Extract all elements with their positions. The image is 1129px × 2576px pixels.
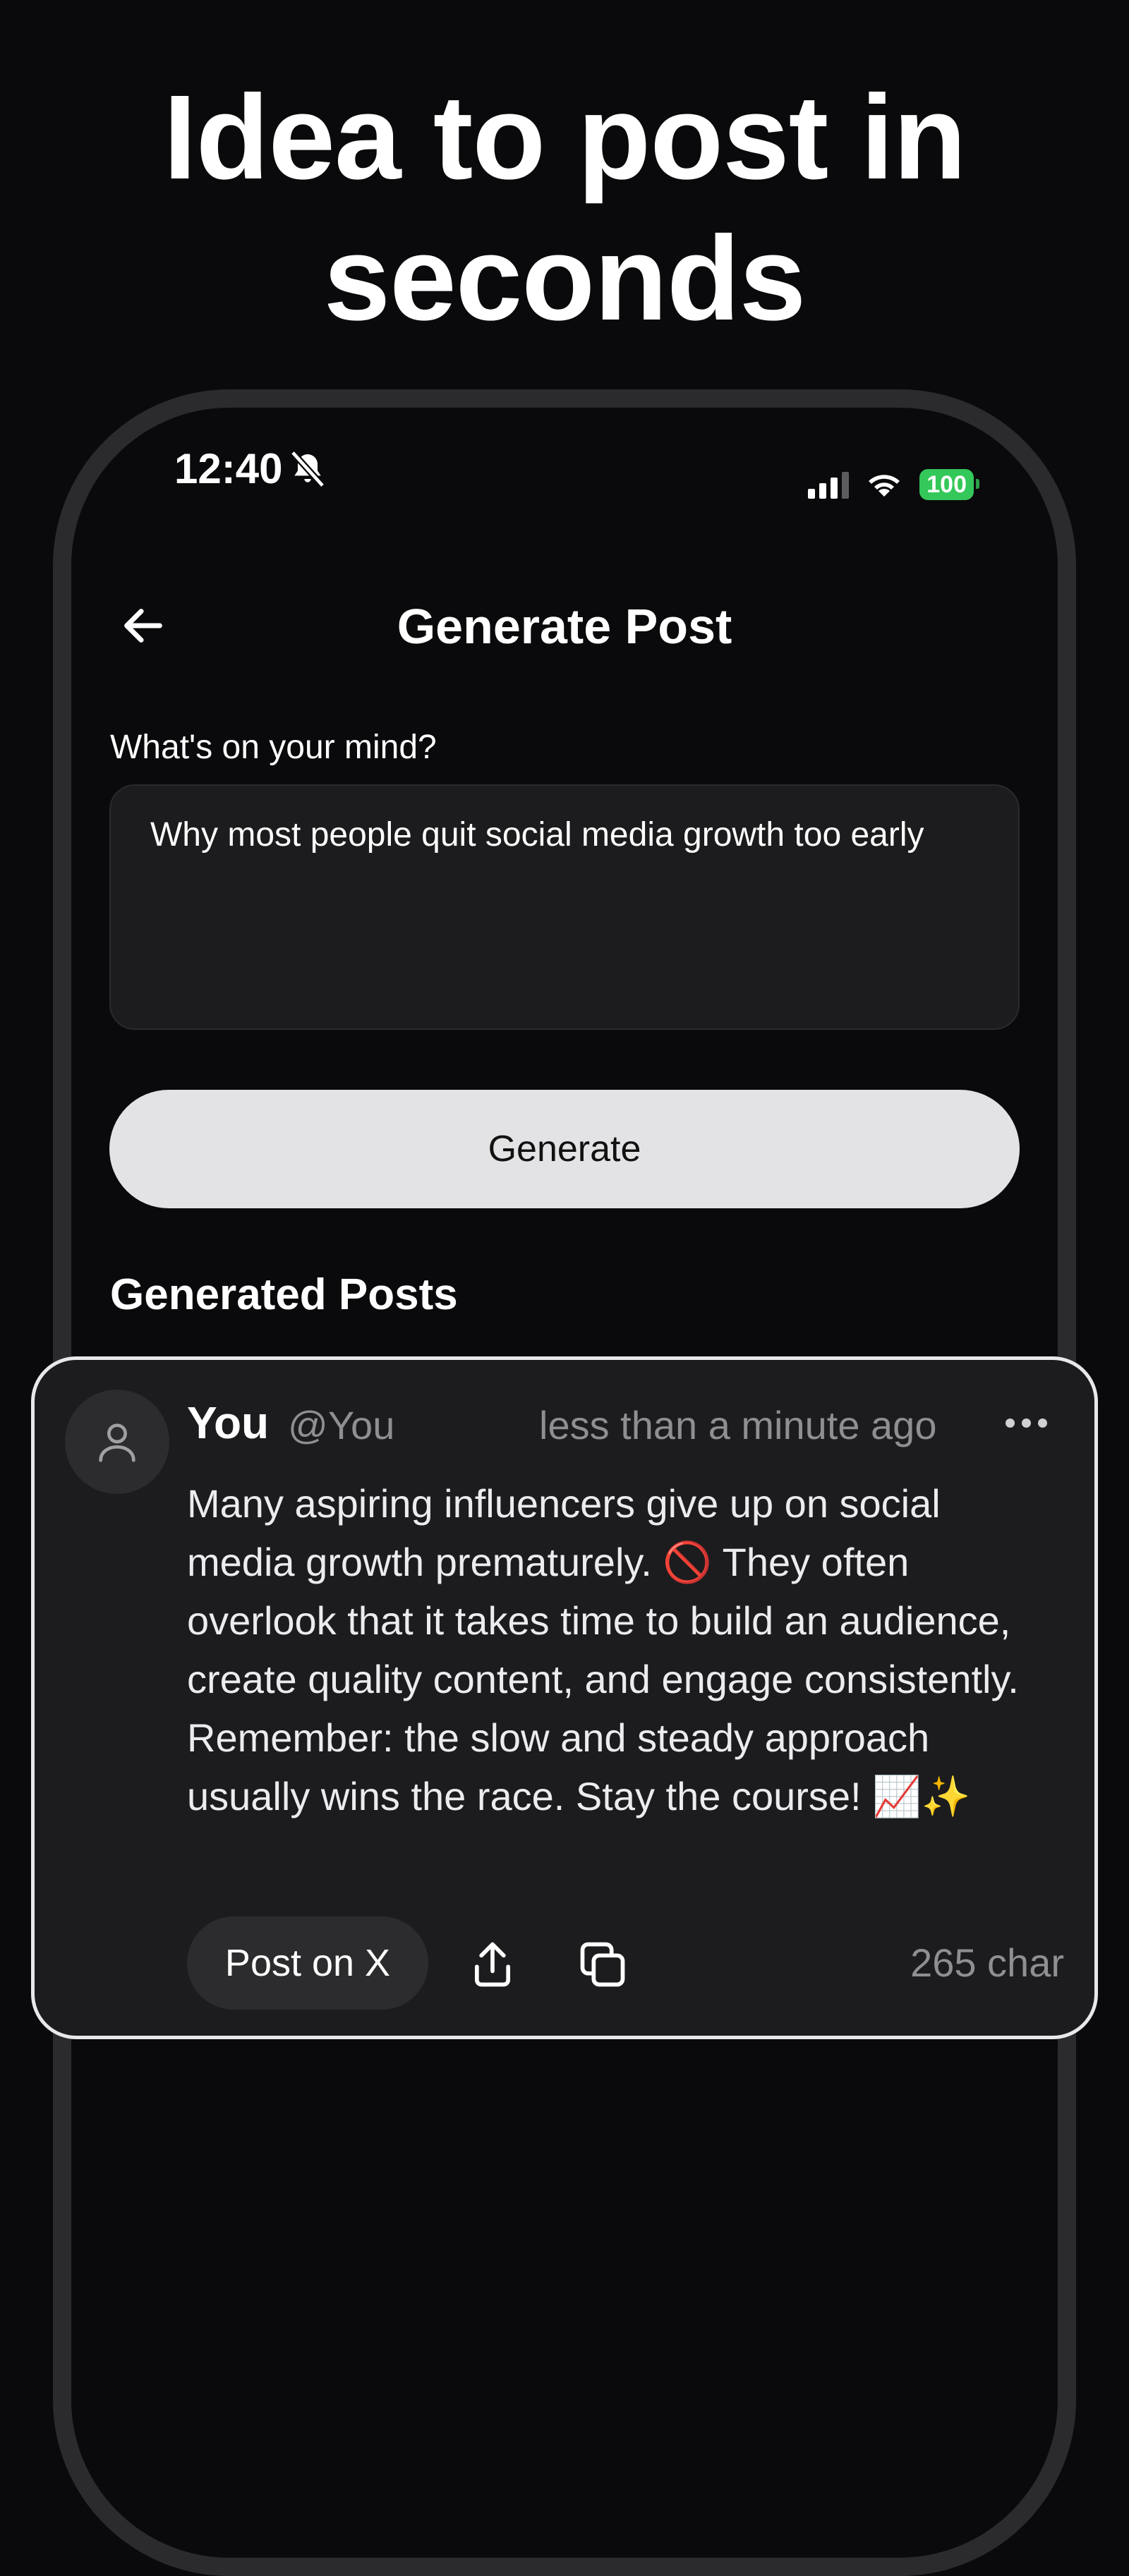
post-timestamp: less than a minute ago [539,1403,937,1447]
user-icon [99,1423,135,1462]
clock: 12:40 [174,445,283,492]
post-author-handle: @You [288,1403,395,1447]
copy-icon[interactable] [576,1938,629,1991]
idea-label: What's on your mind? [110,729,437,766]
post-on-x-button[interactable]: Post on X [187,1916,428,2010]
signal-icon [808,470,850,499]
char-count: 265 char [910,1940,1064,1985]
avatar [65,1390,169,1494]
bell-slash-icon [291,450,325,487]
post-body: Many aspiring influencers give up on soc… [187,1481,1019,1818]
headline-line-2: seconds [323,212,807,346]
wifi-icon [869,475,900,497]
status-time: 12:40 [174,444,327,493]
battery-icon: 100 [919,469,979,500]
page-title: Generate Post [397,599,732,654]
share-icon[interactable] [466,1938,519,1991]
idea-input[interactable]: Why most people quit social media growth… [109,784,1020,1030]
more-options-icon[interactable] [1006,1413,1055,1433]
generate-button[interactable]: Generate [109,1090,1020,1208]
status-icons: 100 [808,469,979,500]
generated-posts-title: Generated Posts [110,1270,458,1319]
post-author-name: You [187,1397,270,1448]
headline: Idea to post in seconds [0,67,1129,349]
headline-line-1: Idea to post in [163,71,966,205]
